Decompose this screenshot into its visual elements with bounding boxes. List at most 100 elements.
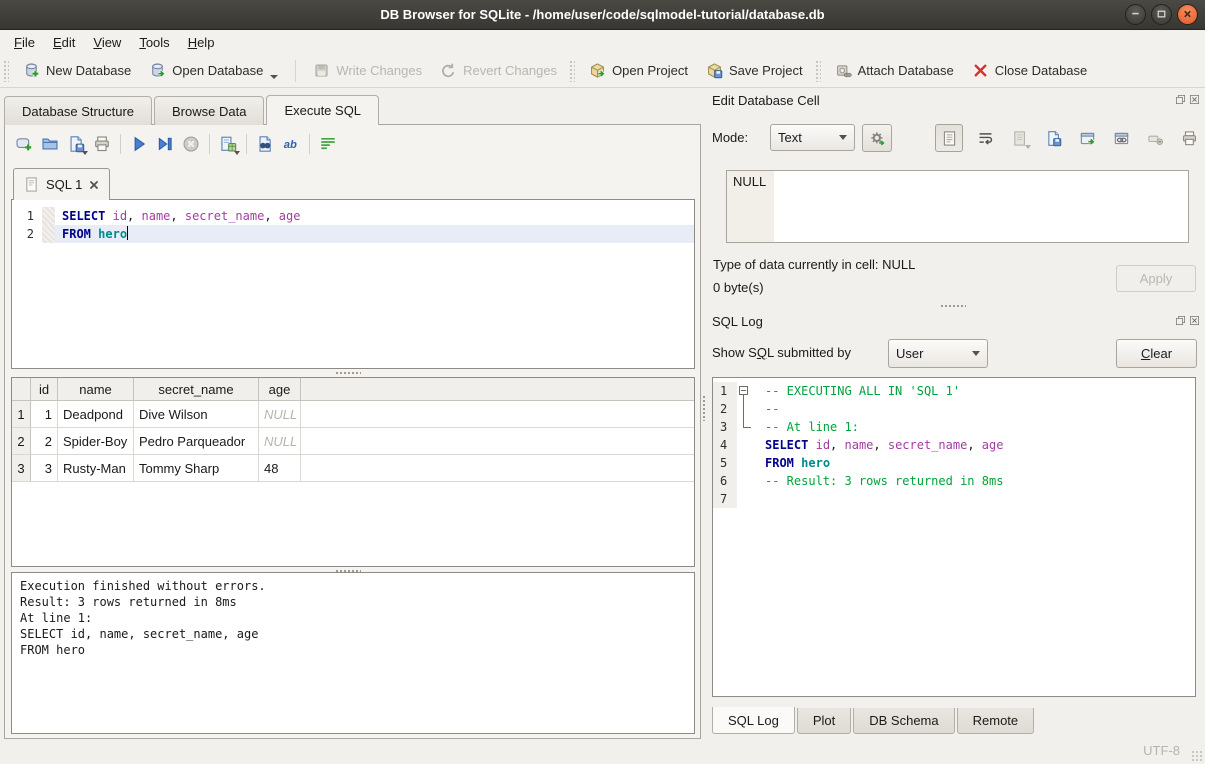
open-project-button[interactable]: Open Project (580, 58, 697, 83)
float-panel-icon[interactable] (1175, 315, 1186, 326)
sql-editor[interactable]: 1SELECT id, name, secret_name, age2FROM … (11, 199, 695, 369)
word-wrap-button[interactable] (315, 131, 341, 157)
close-button[interactable] (1177, 4, 1198, 25)
column-header-age[interactable]: age (259, 378, 301, 400)
table-cell[interactable]: 1 (31, 401, 58, 427)
format-sql-button[interactable]: ab (278, 131, 304, 157)
title-bar[interactable]: DB Browser for SQLite - /home/user/code/… (0, 0, 1205, 30)
clear-log-button[interactable]: Clear (1116, 339, 1197, 368)
dock-splitter[interactable] (940, 304, 966, 308)
print-sql-icon (93, 135, 111, 153)
log-line: 4SELECT id, name, secret_name, age (713, 436, 1195, 454)
find-replace-button[interactable] (252, 131, 278, 157)
table-cell[interactable]: 3 (31, 455, 58, 481)
resize-grip[interactable] (1191, 750, 1202, 761)
float-panel-icon[interactable] (1175, 94, 1186, 105)
cell-value: Pedro Parqueador (139, 434, 245, 449)
toolbar-grip (815, 60, 821, 82)
menu-view[interactable]: View (84, 32, 130, 53)
menu-edit[interactable]: Edit (44, 32, 84, 53)
cell-value: Rusty-Man (63, 461, 126, 476)
row-number[interactable]: 2 (12, 428, 31, 454)
dock-tab-plot[interactable]: Plot (797, 708, 851, 734)
row-number[interactable]: 1 (12, 401, 31, 427)
table-cell[interactable]: Tommy Sharp (134, 455, 259, 481)
table-cell[interactable]: 2 (31, 428, 58, 454)
row-number[interactable]: 3 (12, 455, 31, 481)
table-cell[interactable]: Pedro Parqueador (134, 428, 259, 454)
table-row: 22Spider-BoyPedro ParqueadorNULL (12, 428, 694, 455)
tab-execute-sql[interactable]: Execute SQL (266, 95, 379, 125)
table-cell[interactable]: NULL (259, 428, 301, 454)
close-panel-icon[interactable] (1189, 94, 1200, 105)
table-cell[interactable]: Dive Wilson (134, 401, 259, 427)
text-mode-button[interactable] (935, 124, 963, 152)
attach-database-icon (835, 62, 852, 79)
save-results-button[interactable] (215, 131, 241, 157)
table-cell[interactable]: Rusty-Man (58, 455, 134, 481)
execute-current-line-button[interactable] (152, 131, 178, 157)
sql-log-view[interactable]: 1-- EXECUTING ALL IN 'SQL 1'2--3-- At li… (712, 377, 1196, 697)
menu-file[interactable]: File (5, 32, 44, 53)
tab-browse-data[interactable]: Browse Data (154, 96, 264, 125)
execute-all-button[interactable] (126, 131, 152, 157)
new-sql-tab-button[interactable] (11, 131, 37, 157)
attach-database-button[interactable]: Attach Database (826, 58, 963, 83)
menu-tools[interactable]: Tools (130, 32, 178, 53)
table-cell[interactable]: 48 (259, 455, 301, 481)
close-panel-icon[interactable] (1189, 315, 1200, 326)
tab-database-structure[interactable]: Database Structure (4, 96, 152, 125)
dock-tab-remote[interactable]: Remote (957, 708, 1035, 734)
cell-value: NULL (264, 434, 297, 449)
print-sql-button[interactable] (89, 131, 115, 157)
panel-splitter[interactable] (702, 395, 706, 421)
print-cell-button[interactable] (1177, 126, 1201, 150)
cell-value-editor[interactable]: NULL (726, 170, 1189, 243)
open-project-icon (589, 62, 606, 79)
minimize-button[interactable] (1125, 4, 1146, 25)
dock-tab-label: SQL Log (728, 713, 779, 728)
close-database-button[interactable]: Close Database (963, 58, 1097, 83)
message-line: Execution finished without errors. (20, 578, 686, 594)
export-cell-button[interactable] (1075, 126, 1099, 150)
word-wrap-cell-button[interactable] (973, 126, 997, 150)
save-project-button[interactable]: Save Project (697, 58, 812, 83)
link-cell-button[interactable] (1109, 126, 1133, 150)
apply-settings-button[interactable] (862, 124, 892, 152)
column-header-id[interactable]: id (31, 378, 58, 400)
fold-margin (42, 225, 55, 243)
column-header-secret-name[interactable]: secret_name (134, 378, 259, 400)
fold-collapse-icon[interactable] (739, 386, 748, 395)
sql-editor-tab[interactable]: SQL 1 (13, 168, 110, 200)
table-cell[interactable]: NULL (259, 401, 301, 427)
column-header-name[interactable]: name (58, 378, 134, 400)
tab-label: Browse Data (172, 104, 246, 119)
new-database-button[interactable]: New Database (14, 58, 140, 83)
save-sql-file-button[interactable] (63, 131, 89, 157)
log-filter-value: User (896, 346, 964, 361)
column-header-label: name (79, 382, 112, 397)
mode-select[interactable]: Text (770, 124, 855, 151)
log-line: 7 (713, 490, 1195, 508)
open-sql-file-button[interactable] (37, 131, 63, 157)
token-identifier: id (113, 209, 127, 223)
token-comment: -- Result: 3 rows returned in 8ms (765, 474, 1003, 488)
table-cell[interactable]: Deadpond (58, 401, 134, 427)
dock-tab-sql-log[interactable]: SQL Log (712, 707, 795, 734)
log-filter-select[interactable]: User (888, 339, 988, 368)
menu-help[interactable]: Help (179, 32, 224, 53)
save-as-cell-button[interactable] (1041, 126, 1065, 150)
save-as-cell-icon (1045, 130, 1062, 147)
close-tab-icon[interactable] (88, 179, 100, 191)
log-line-text: -- At line 1: (755, 418, 1195, 436)
cell-value: 1 (45, 407, 52, 422)
apply-button[interactable]: Apply (1116, 265, 1196, 292)
dock-tab-db-schema[interactable]: DB Schema (853, 708, 954, 734)
table-cell[interactable]: Spider-Boy (58, 428, 134, 454)
token-identifier: age (279, 209, 301, 223)
maximize-button[interactable] (1151, 4, 1172, 25)
token-comment: -- EXECUTING ALL IN 'SQL 1' (765, 384, 960, 398)
open-database-button[interactable]: Open Database (140, 58, 287, 83)
header-corner-cell[interactable] (12, 378, 31, 400)
editor-grid-splitter[interactable] (335, 371, 361, 375)
